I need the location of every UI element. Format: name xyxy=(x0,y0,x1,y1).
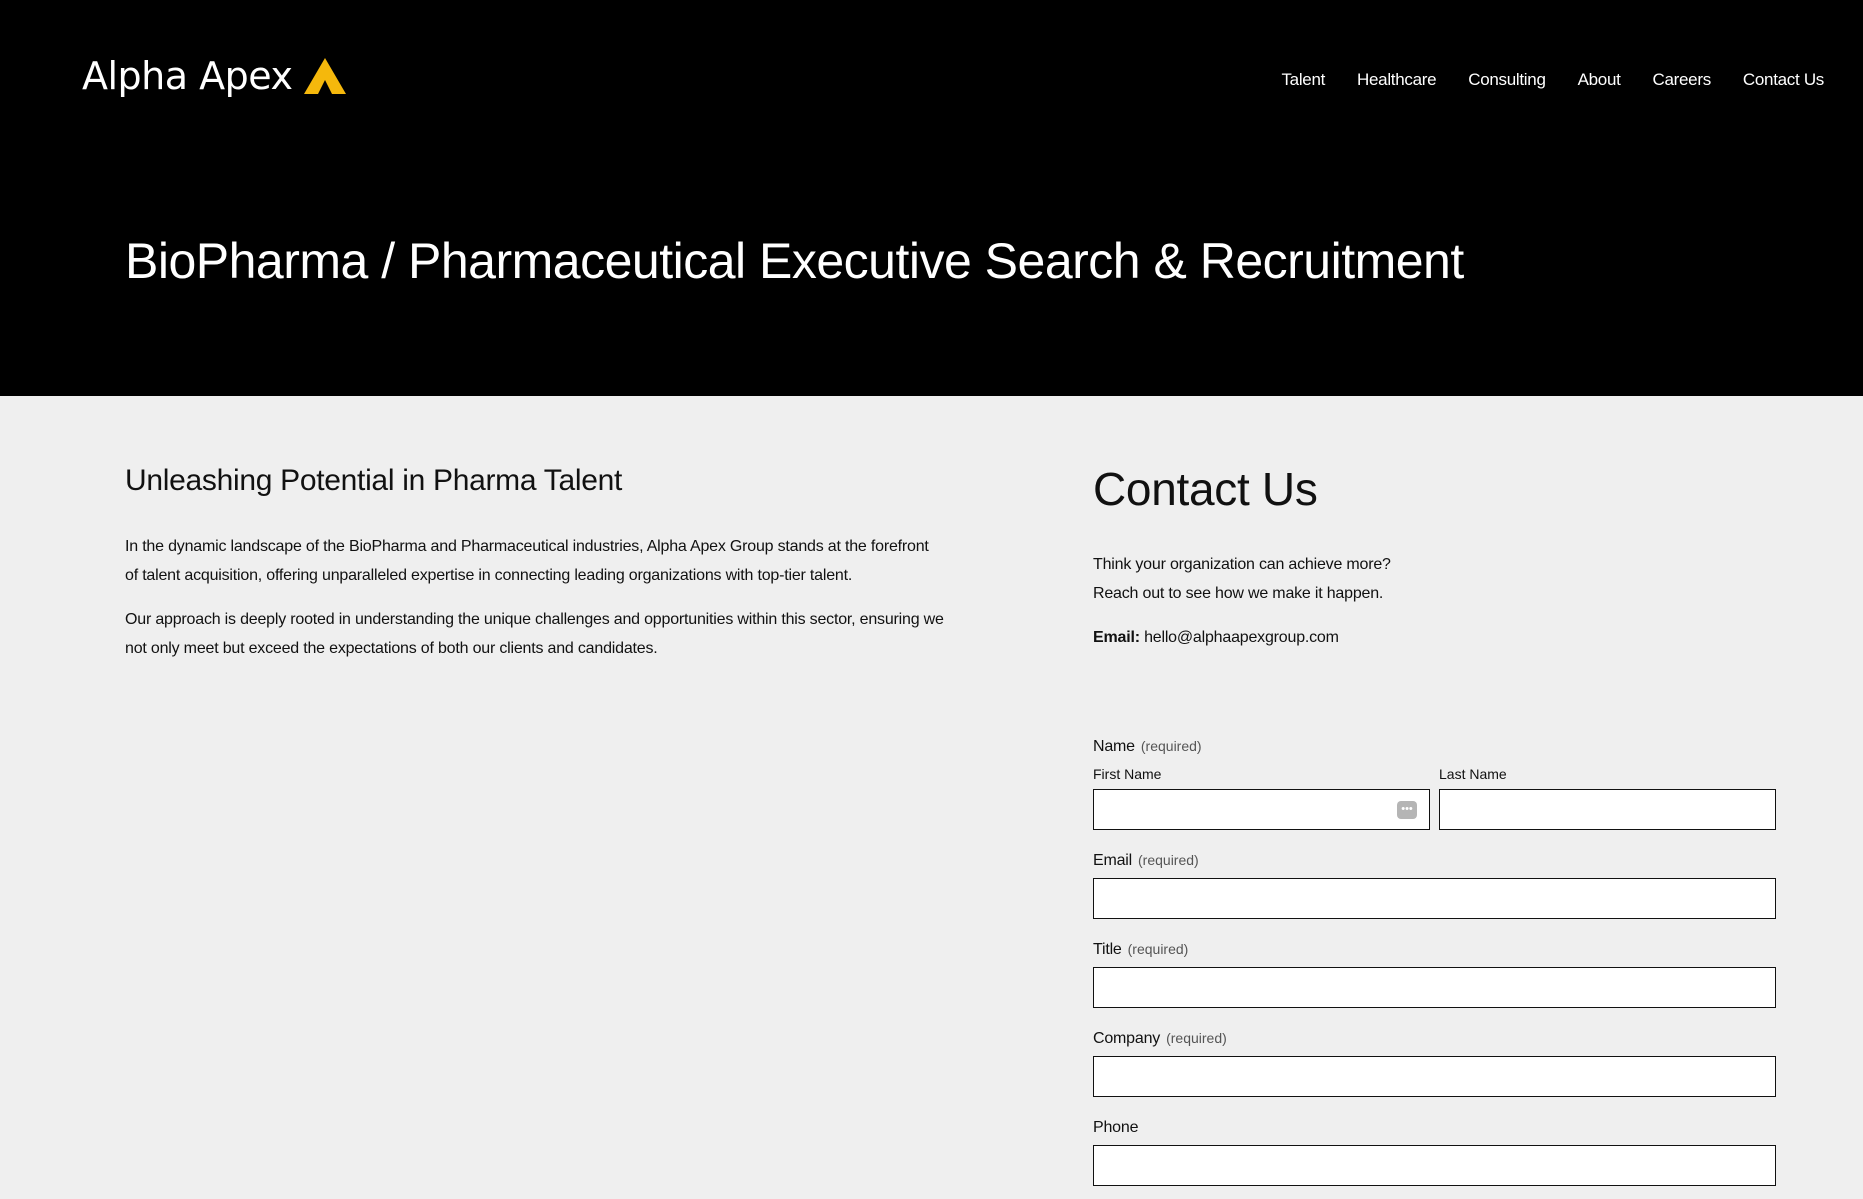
contact-line-2: Reach out to see how we make it happen. xyxy=(1093,585,1384,602)
last-name-input[interactable] xyxy=(1439,789,1776,830)
logo-text: Alpha Apex xyxy=(82,54,293,98)
title-label: Title xyxy=(1093,941,1122,958)
nav-careers[interactable]: Careers xyxy=(1653,70,1712,90)
apex-triangle-icon xyxy=(304,58,347,94)
nav-healthcare[interactable]: Healthcare xyxy=(1357,70,1437,90)
brand-logo[interactable]: Alpha Apex xyxy=(82,54,347,98)
title-required: (required) xyxy=(1127,941,1189,957)
contact-email: Email: hello@alphaapexgroup.com xyxy=(1093,623,1776,652)
last-name-label: Last Name xyxy=(1439,766,1507,782)
email-field-group: Email (required) xyxy=(1093,852,1776,919)
nav-talent[interactable]: Talent xyxy=(1281,70,1325,90)
phone-input[interactable] xyxy=(1093,1145,1776,1186)
contact-heading: Contact Us xyxy=(1093,463,1318,515)
company-input[interactable] xyxy=(1093,1056,1776,1097)
nav-contact-us[interactable]: Contact Us xyxy=(1743,70,1824,90)
company-required: (required) xyxy=(1166,1030,1227,1046)
page-title: BioPharma / Pharmaceutical Executive Sea… xyxy=(125,233,1464,289)
contact-section: Contact Us Think your organization can a… xyxy=(1093,462,1776,652)
name-required: (required) xyxy=(1140,738,1202,754)
intro-paragraph-2: Our approach is deeply rooted in underst… xyxy=(125,611,944,657)
contact-email-value[interactable]: hello@alphaapexgroup.com xyxy=(1144,629,1339,646)
intro-heading: Unleashing Potential in Pharma Talent xyxy=(125,464,622,497)
contact-line-1: Think your organization can achieve more… xyxy=(1093,556,1391,573)
autofill-icon[interactable]: ••• xyxy=(1397,801,1417,819)
title-field-group: Title (required) xyxy=(1093,941,1776,1008)
first-name-input[interactable]: ••• xyxy=(1093,789,1430,830)
contact-email-label: Email: xyxy=(1093,629,1140,646)
nav-about[interactable]: About xyxy=(1578,70,1621,90)
email-label: Email xyxy=(1093,852,1133,869)
email-input[interactable] xyxy=(1093,878,1776,919)
phone-field-group: Phone xyxy=(1093,1119,1776,1186)
main-nav: Talent Healthcare Consulting About Caree… xyxy=(1281,70,1824,90)
hero-section: Alpha Apex Talent Healthcare Consulting … xyxy=(0,0,1863,396)
contact-form: Name (required) First Name ••• Last Name … xyxy=(1093,738,1776,1186)
intro-section: Unleashing Potential in Pharma Talent In… xyxy=(125,464,945,678)
company-field-group: Company (required) xyxy=(1093,1030,1776,1097)
title-input[interactable] xyxy=(1093,967,1776,1008)
intro-paragraph-1: In the dynamic landscape of the BioPharm… xyxy=(125,538,929,584)
name-label: Name xyxy=(1093,738,1135,755)
first-name-label: First Name xyxy=(1093,766,1162,782)
nav-consulting[interactable]: Consulting xyxy=(1468,70,1546,90)
name-field-group: Name (required) First Name ••• Last Name xyxy=(1093,738,1776,830)
phone-label: Phone xyxy=(1093,1119,1139,1136)
company-label: Company xyxy=(1093,1030,1161,1047)
email-required: (required) xyxy=(1138,852,1199,868)
